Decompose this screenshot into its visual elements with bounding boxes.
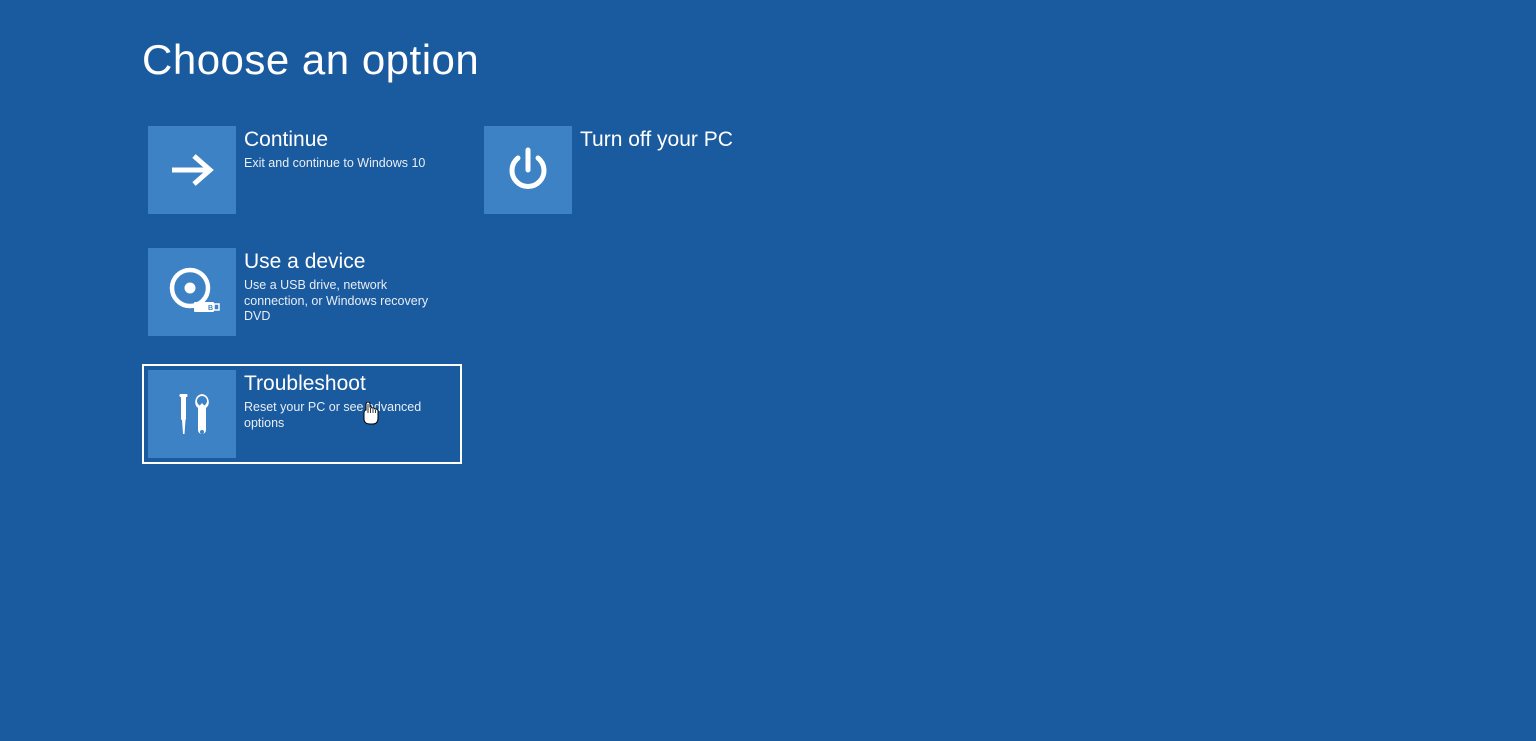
tile-troubleshoot-title: Troubleshoot — [244, 372, 450, 396]
tile-troubleshoot-desc: Reset your PC or see advanced options — [244, 400, 450, 431]
options-grid: Continue Exit and continue to Windows 10… — [142, 120, 1536, 464]
tools-icon — [148, 370, 236, 458]
tile-continue-desc: Exit and continue to Windows 10 — [244, 156, 425, 172]
tile-continue-title: Continue — [244, 128, 425, 152]
tile-turn-off-title: Turn off your PC — [580, 128, 733, 152]
tile-use-device[interactable]: B Use a device Use a USB drive, network … — [142, 242, 462, 342]
power-icon — [484, 126, 572, 214]
tile-troubleshoot[interactable]: Troubleshoot Reset your PC or see advanc… — [142, 364, 462, 464]
tile-turn-off[interactable]: Turn off your PC — [478, 120, 798, 220]
tile-continue[interactable]: Continue Exit and continue to Windows 10 — [142, 120, 462, 220]
page-title: Choose an option — [142, 36, 1536, 84]
tile-use-device-title: Use a device — [244, 250, 450, 274]
tile-continue-text: Continue Exit and continue to Windows 10 — [244, 126, 431, 172]
arrow-right-icon — [148, 126, 236, 214]
tile-use-device-text: Use a device Use a USB drive, network co… — [244, 248, 456, 325]
svg-text:B: B — [208, 305, 213, 312]
tile-use-device-desc: Use a USB drive, network connection, or … — [244, 278, 450, 325]
tile-turn-off-text: Turn off your PC — [580, 126, 739, 156]
disc-usb-icon: B — [148, 248, 236, 336]
tile-troubleshoot-text: Troubleshoot Reset your PC or see advanc… — [244, 370, 456, 431]
